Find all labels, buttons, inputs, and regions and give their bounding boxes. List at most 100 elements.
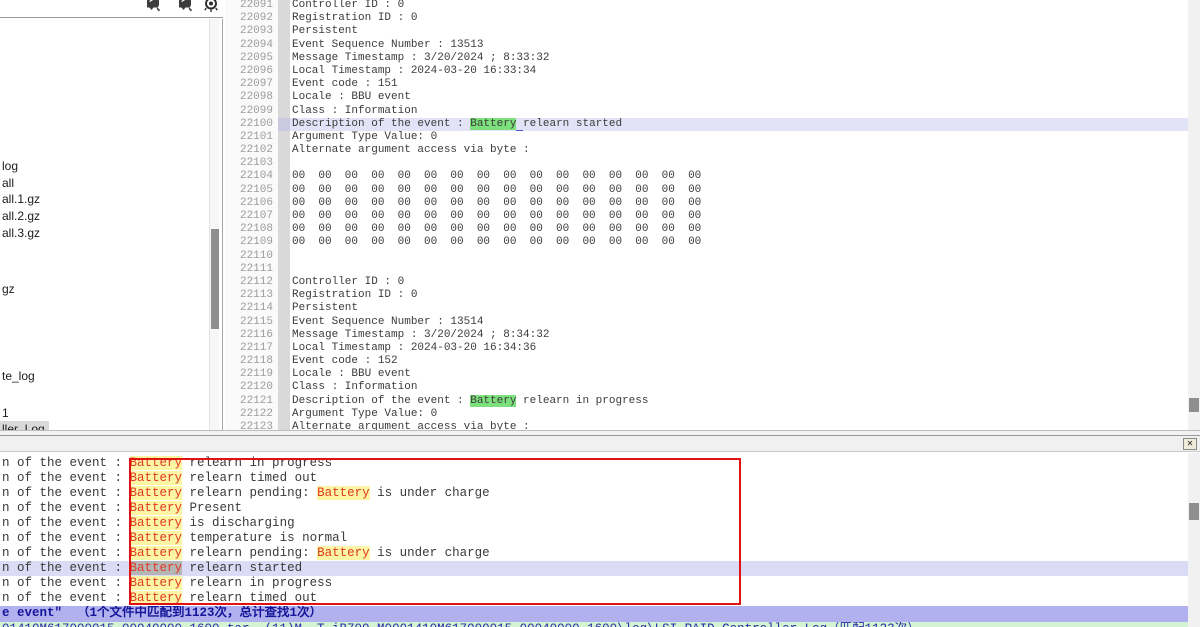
line-text [290, 250, 1188, 263]
line-number: 22107 [225, 210, 278, 223]
book-icon[interactable] [177, 0, 193, 13]
editor-line[interactable]: 22098Locale : BBU event [225, 91, 1188, 104]
editor-line[interactable]: 22101Argument Type Value: 0 [225, 131, 1188, 144]
editor-line[interactable]: 2210600 00 00 00 00 00 00 00 00 00 00 00… [225, 197, 1188, 210]
search-summary: e event" （1个文件中匹配到1123次，总计查找1次） [0, 606, 1188, 621]
line-text: Event code : 152 [290, 355, 1188, 368]
file-tree-item[interactable]: log [0, 158, 22, 174]
search-result-row[interactable]: n of the event : Battery relearn in prog… [0, 576, 1188, 591]
editor-line[interactable]: 22112Controller ID : 0 [225, 276, 1188, 289]
editor-line[interactable]: 22091Controller ID : 0 [225, 0, 1188, 12]
file-tree-item[interactable]: gz [0, 281, 19, 297]
editor-line[interactable]: 22092Registration ID : 0 [225, 12, 1188, 25]
file-tree-item[interactable]: all [0, 175, 18, 191]
editor-line[interactable]: 22117Local Timestamp : 2024-03-20 16:34:… [225, 342, 1188, 355]
file-tree-item[interactable]: ller_Log [0, 421, 49, 430]
search-result-row[interactable]: n of the event : Battery relearn pending… [0, 546, 1188, 561]
editor-line[interactable]: 22113Registration ID : 0 [225, 289, 1188, 302]
line-text: Message Timestamp : 3/20/2024 ; 8:34:32 [290, 329, 1188, 342]
line-number: 22102 [225, 144, 278, 157]
book-icon[interactable] [145, 0, 161, 13]
line-number: 22095 [225, 52, 278, 65]
line-text: Alternate argument access via byte : [290, 421, 1188, 430]
editor-line[interactable]: 22115Event Sequence Number : 13514 [225, 316, 1188, 329]
scrollbar-thumb[interactable] [1189, 503, 1199, 520]
line-number: 22092 [225, 12, 278, 25]
line-text: Class : Information [290, 105, 1188, 118]
line-number: 22108 [225, 223, 278, 236]
editor-line[interactable]: 22123Alternate argument access via byte … [225, 421, 1188, 430]
line-number: 22106 [225, 197, 278, 210]
line-number: 22096 [225, 65, 278, 78]
search-result-row[interactable]: n of the event : Battery relearn pending… [0, 486, 1188, 501]
search-result-row[interactable]: n of the event : Battery temperature is … [0, 531, 1188, 546]
search-result-row[interactable]: n of the event : Battery Present [0, 501, 1188, 516]
editor-line[interactable]: 2210800 00 00 00 00 00 00 00 00 00 00 00… [225, 223, 1188, 236]
line-number: 22099 [225, 105, 278, 118]
editor-line[interactable]: 22102 Alternate argument access via byte … [225, 144, 1188, 157]
editor-line[interactable]: 22095 Message Timestamp : 3/20/2024 ; 8:3… [225, 52, 1188, 65]
editor-line[interactable]: 22103 [225, 157, 1188, 170]
line-text: Alternate argument access via byte : [290, 144, 1188, 157]
fold-margin [278, 25, 290, 38]
fold-margin [278, 170, 290, 183]
file-tree-item[interactable]: 1 [0, 405, 13, 421]
line-number: 22109 [225, 236, 278, 249]
line-text: Message Timestamp : 3/20/2024 ; 8:33:32 [290, 52, 1188, 65]
fold-margin [278, 105, 290, 118]
log-viewer-app: logallall.1.gzall.2.gzall.3.gz gz te_log 1l… [0, 0, 1200, 627]
editor-line[interactable]: 22110 [225, 250, 1188, 263]
editor-line[interactable]: 22118Event code : 152 [225, 355, 1188, 368]
scrollbar-track[interactable] [209, 19, 219, 430]
editor-line[interactable]: 22120Class : Information [225, 381, 1188, 394]
file-tree-item[interactable]: all.1.gz [0, 191, 44, 207]
editor-line[interactable]: 22111 [225, 263, 1188, 276]
file-tree-item[interactable]: te_log [0, 368, 39, 384]
editor-line[interactable]: 22093Persistent [225, 25, 1188, 38]
editor-line[interactable]: 2210900 00 00 00 00 00 00 00 00 00 00 00… [225, 236, 1188, 249]
fold-margin [278, 355, 290, 368]
line-text: Controller ID : 0 [290, 276, 1188, 289]
eye-icon[interactable] [203, 0, 219, 13]
editor-line[interactable]: 22099 Class : Information [225, 105, 1188, 118]
line-text: Description of the event : Battery relea… [290, 395, 1188, 408]
search-file-path[interactable]: 01410M617000015-00040000-1600.tar (11)M-… [0, 622, 1188, 627]
search-result-row[interactable]: n of the event : Battery relearn timed o… [0, 591, 1188, 606]
search-result-row[interactable]: n of the event : Battery relearn timed o… [0, 471, 1188, 486]
line-number: 22111 [225, 263, 278, 276]
line-number: 22115 [225, 316, 278, 329]
editor-line[interactable]: 22116Message Timestamp : 3/20/2024 ; 8:3… [225, 329, 1188, 342]
editor-line[interactable]: 2210500 00 00 00 00 00 00 00 00 00 00 00… [225, 184, 1188, 197]
scrollbar-thumb[interactable] [1189, 398, 1199, 412]
fold-margin [278, 12, 290, 25]
editor-line[interactable]: 22122Argument Type Value: 0 [225, 408, 1188, 421]
fold-margin [278, 368, 290, 381]
close-icon[interactable]: ✕ [1183, 438, 1197, 450]
scrollbar-track[interactable] [1188, 453, 1200, 627]
file-tree-item[interactable]: all.2.gz [0, 208, 44, 224]
line-number: 22117 [225, 342, 278, 355]
editor-line[interactable]: 22119Locale : BBU event [225, 368, 1188, 381]
editor-line[interactable]: 22097Event code : 151 [225, 78, 1188, 91]
line-text: Argument Type Value: 0 [290, 408, 1188, 421]
search-result-row[interactable]: n of the event : Battery relearn in prog… [0, 456, 1188, 471]
line-number: 22098 [225, 91, 278, 104]
log-editor[interactable]: 22091Controller ID : 022092Registration … [225, 0, 1200, 430]
editor-line[interactable]: 22121Description of the event : Battery … [225, 395, 1188, 408]
editor-line[interactable]: 2210400 00 00 00 00 00 00 00 00 00 00 00… [225, 170, 1188, 183]
fold-margin [278, 157, 290, 170]
editor-line[interactable]: 22096Local Timestamp : 2024-03-20 16:33:… [225, 65, 1188, 78]
scrollbar-thumb[interactable] [211, 229, 219, 329]
editor-line[interactable]: 22100Description of the event : Battery … [225, 118, 1188, 131]
editor-line[interactable]: 2210700 00 00 00 00 00 00 00 00 00 00 00… [225, 210, 1188, 223]
fold-margin [278, 408, 290, 421]
file-tree-item[interactable]: all.3.gz [0, 225, 44, 241]
fold-margin [278, 78, 290, 91]
fold-margin [278, 118, 290, 131]
search-result-row[interactable]: n of the event : Battery relearn started [0, 561, 1188, 576]
fold-margin [278, 184, 290, 197]
scrollbar-track[interactable] [1188, 0, 1200, 430]
editor-line[interactable]: 22114Persistent [225, 302, 1188, 315]
search-result-row[interactable]: n of the event : Battery is discharging [0, 516, 1188, 531]
editor-line[interactable]: 22094Event Sequence Number : 13513 [225, 39, 1188, 52]
